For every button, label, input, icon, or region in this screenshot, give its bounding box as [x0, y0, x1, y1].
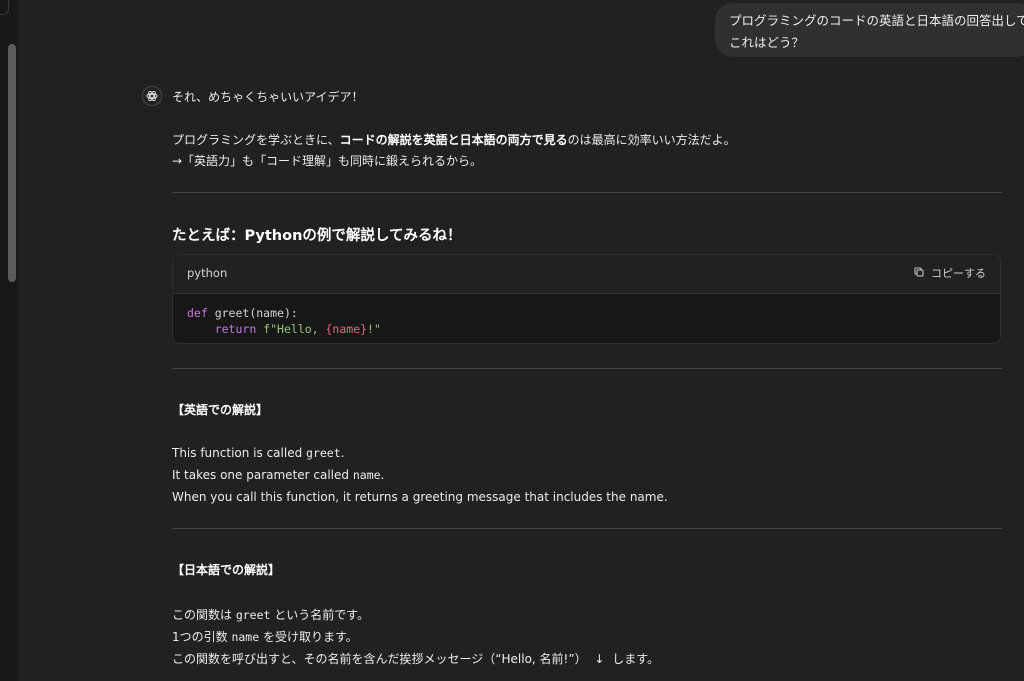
japanese-line-2: 1つの引数 name を受け取ります。: [172, 628, 358, 645]
english-line-2: It takes one parameter called name.: [172, 468, 384, 482]
intro-text-end: のは最高に効率いい方法だよ。: [567, 133, 736, 147]
inline-code: greet: [306, 446, 341, 460]
scroll-down-arrow-icon[interactable]: ↓: [594, 652, 604, 666]
japanese-line-1: この関数は greet という名前です。: [172, 606, 369, 623]
copy-icon: [913, 266, 925, 281]
code-interpolation: {name}: [325, 322, 368, 336]
code-line-1: def greet(name):: [187, 306, 298, 320]
assistant-greeting: それ、めちゃくちゃいいアイデア！: [172, 90, 364, 104]
intro-line-1: プログラミングを学ぶときに、コードの解説を英語と日本語の両方で見るのは最高に効率…: [172, 131, 736, 148]
user-message-line-1: プログラミングのコードの英語と日本語の回答出して: [729, 13, 1024, 28]
japanese-section-heading: 【日本語での解説】: [172, 563, 281, 577]
english-text-end: .: [340, 446, 345, 460]
japanese-text: この関数を呼び出すと、その名前を含んだ挨拶メッセージ（“Hello, 名前!”）: [172, 652, 587, 666]
divider: [172, 192, 1002, 193]
japanese-line-3: この関数を呼び出すと、その名前を含んだ挨拶メッセージ（“Hello, 名前!”）…: [172, 650, 659, 667]
example-heading: たとえば：Pythonの例で解説してみるね！: [172, 228, 462, 244]
inline-code: name: [352, 468, 381, 482]
japanese-text: この関数は: [172, 608, 236, 622]
inline-code: name: [231, 630, 260, 644]
english-line-3: When you call this function, it returns …: [172, 490, 668, 504]
japanese-text-end: を受け取ります。: [259, 630, 358, 644]
english-section-heading: 【英語での解説】: [172, 403, 269, 417]
code-keyword: def: [187, 306, 208, 320]
user-message-line-2: これはどう？: [729, 35, 805, 50]
code-line-2: return f"Hello, {name}!": [187, 322, 381, 336]
inline-code: greet: [235, 608, 271, 622]
openai-logo-icon: [142, 86, 162, 106]
japanese-text-end: という名前です。: [270, 608, 370, 622]
copy-label: コピーする: [931, 267, 986, 280]
code-text: greet(name):: [207, 306, 298, 320]
english-line-1: This function is called greet.: [172, 446, 344, 460]
intro-bold-text: コードの解説を英語と日本語の両方で見る: [339, 133, 568, 147]
copy-code-button[interactable]: コピーする: [913, 265, 986, 281]
user-message-bubble: プログラミングのコードの英語と日本語の回答出して これはどう？: [715, 3, 1024, 57]
intro-line-2: →「英語力」も「コード理解」も同時に鍛えられるから。: [172, 154, 483, 168]
english-text: It takes one parameter called: [172, 468, 353, 482]
sidebar-tab[interactable]: [0, 0, 9, 15]
japanese-text: 1つの引数: [172, 630, 232, 644]
intro-text: プログラミングを学ぶときに、: [172, 133, 340, 147]
divider: [172, 368, 1002, 369]
code-block: python コピーする def greet(name): return f"H…: [172, 254, 1001, 344]
japanese-text-end: します。: [612, 652, 660, 666]
code-language-label: python: [187, 266, 228, 280]
scrollbar-thumb[interactable]: [8, 44, 16, 282]
code-string: f"Hello,: [263, 322, 326, 336]
english-text: This function is called: [172, 446, 307, 460]
left-sidebar-edge: [0, 0, 19, 681]
code-block-header: python コピーする: [173, 255, 1000, 294]
english-text-end: .: [380, 468, 385, 482]
code-keyword: return: [214, 322, 257, 336]
divider: [172, 528, 1002, 529]
code-content[interactable]: def greet(name): return f"Hello, {name}!…: [187, 305, 381, 337]
code-string-end: !": [367, 322, 381, 336]
